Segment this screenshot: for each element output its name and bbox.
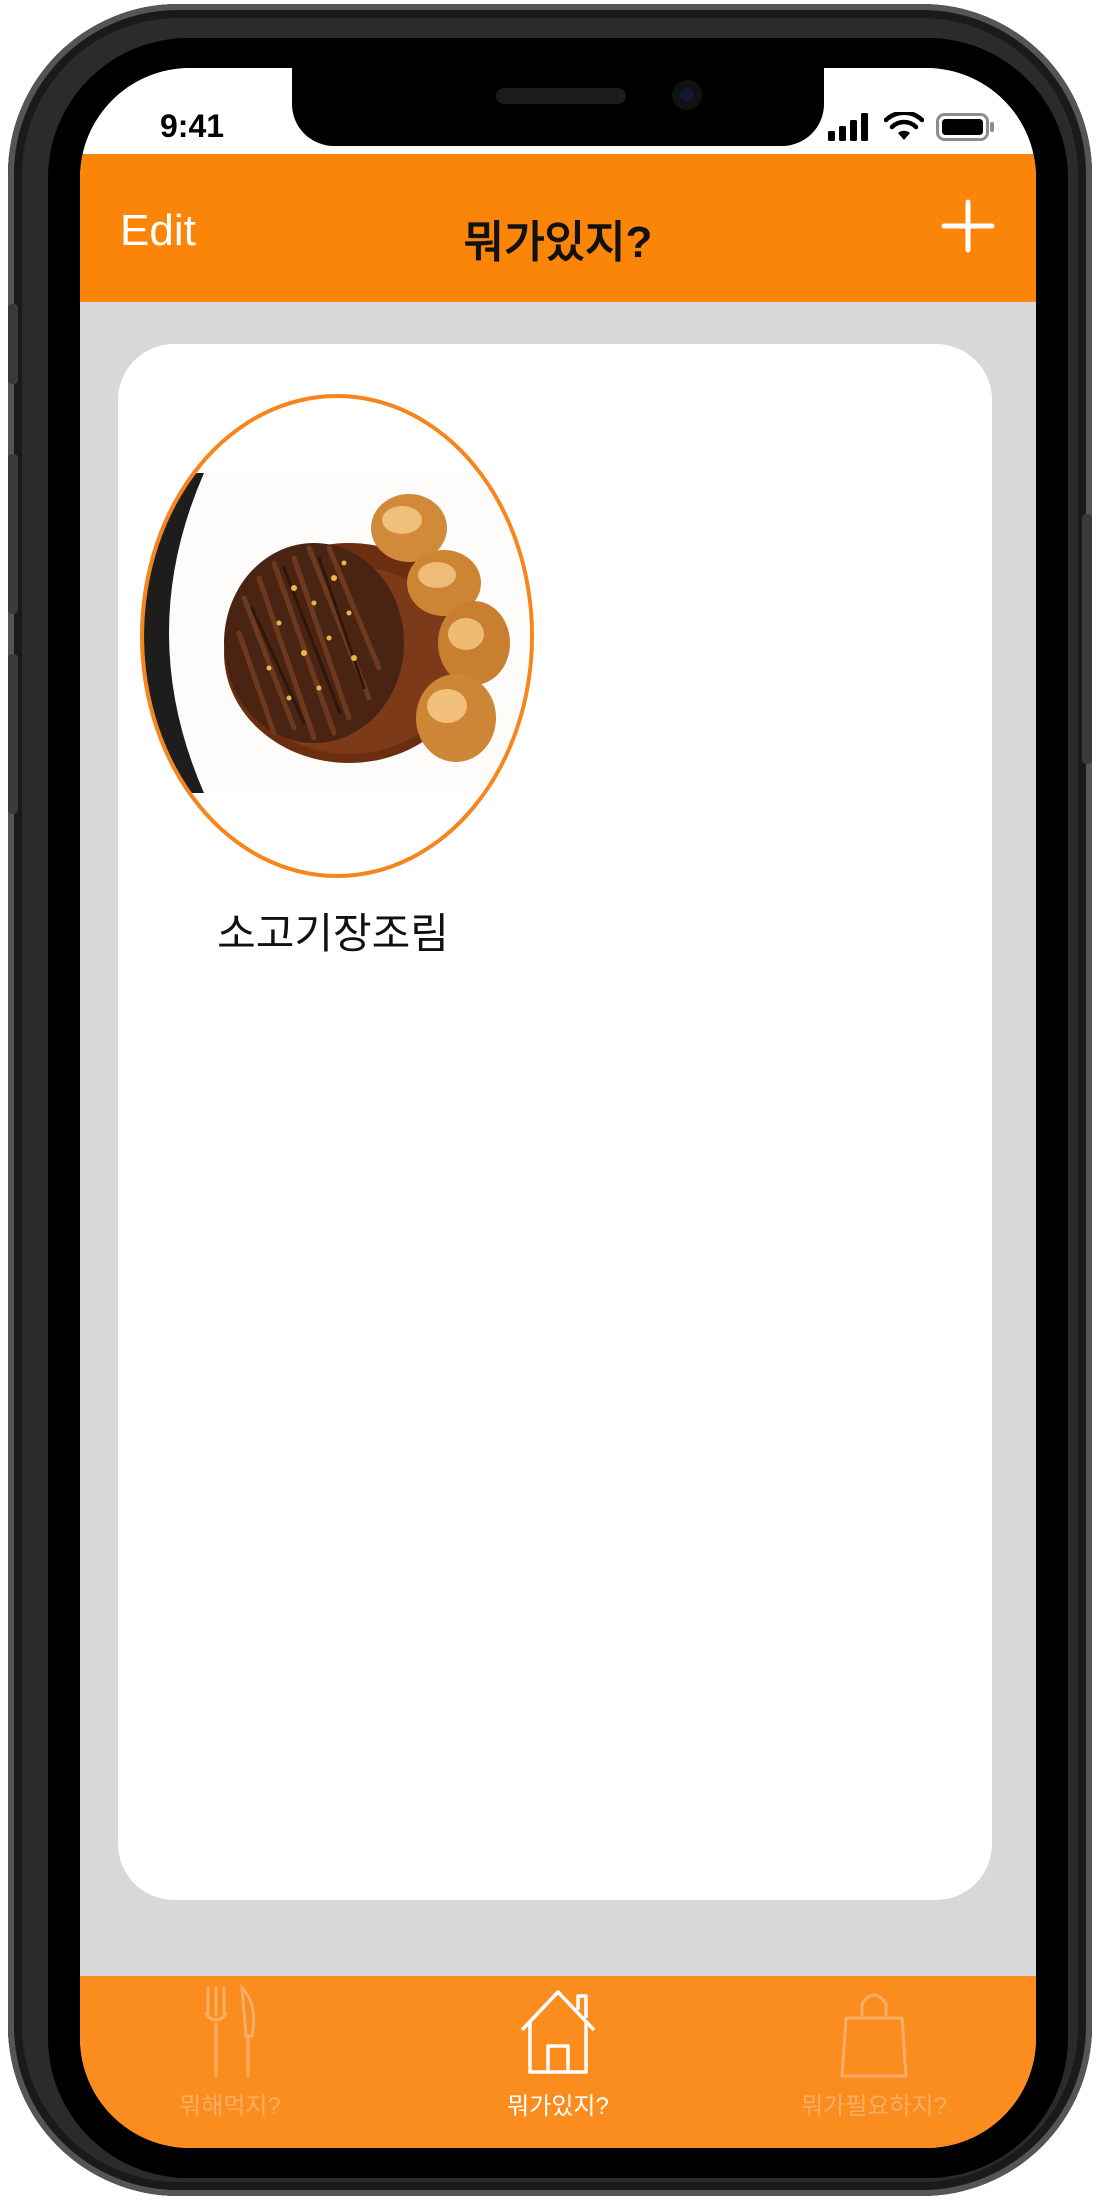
tab-label: 뭐해먹지? [179,2093,281,2120]
tab-what-is-needed[interactable]: 뭐가필요하지? [754,1984,994,2134]
mute-switch [8,304,18,384]
power-button [1082,514,1092,764]
page-title: 뭐가있지? [463,218,653,267]
tab-what-to-eat[interactable]: 뭐해먹지? [110,1984,350,2134]
plus-icon[interactable] [938,196,998,256]
food-item-label: 소고기장조림 [217,910,449,957]
content-card: 소고기장조림 [118,344,992,1900]
navigation-bar: Edit 뭐가있지? [80,154,1036,302]
food-image-frame [140,394,534,878]
front-camera [672,80,702,110]
tab-bar: 뭐해먹지? 뭐가있지? 뭐가필요하지? [80,1976,1036,2148]
house-icon [520,1990,596,2074]
fork-knife-icon [204,1984,256,2078]
status-icons [828,112,996,142]
tab-label: 뭐가있지? [507,2093,609,2120]
speaker-grille [496,88,626,104]
braised-beef-photo [144,473,530,793]
tab-whats-there[interactable]: 뭐가있지? [438,1984,678,2134]
food-item[interactable]: 소고기장조림 [140,394,560,961]
notch [292,68,824,146]
shopping-bag-icon [840,1993,908,2078]
phone-frame: 9:41 Edit 뭐가있지? 소고기장조림 뭐해먹지? 뭐가있지? 뭐가필요하… [8,4,1092,2196]
cellular-signal-icon [828,113,868,141]
battery-icon [936,113,994,141]
status-time: 9:41 [160,108,225,144]
status-bar: 9:41 [80,68,1036,154]
screen: 9:41 Edit 뭐가있지? 소고기장조림 뭐해먹지? 뭐가있지? 뭐가필요하… [80,68,1036,2148]
volume-down-button [8,654,18,814]
volume-up-button [8,454,18,614]
wifi-icon [884,112,924,140]
